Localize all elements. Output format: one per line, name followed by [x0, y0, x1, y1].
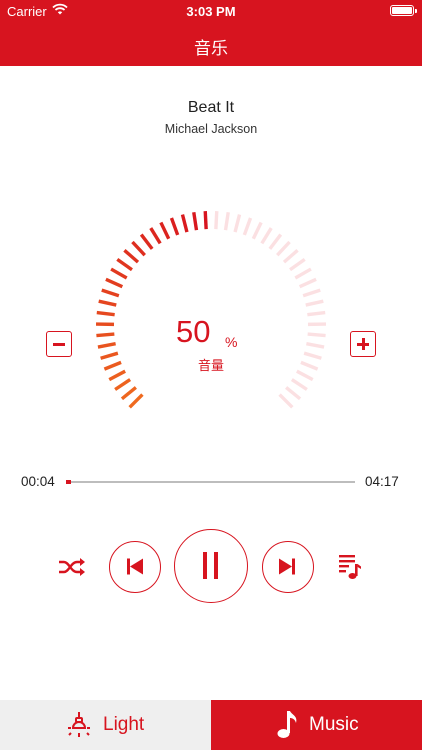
bulb-icon [68, 712, 90, 737]
volume-tick [96, 332, 115, 338]
volume-tick [242, 217, 253, 236]
volume-tick [203, 211, 208, 230]
volume-down-button[interactable] [46, 331, 72, 357]
volume-tick [131, 240, 146, 257]
previous-button[interactable] [109, 541, 161, 593]
volume-tick [282, 249, 299, 264]
volume-tick [139, 233, 154, 250]
plus-icon-vertical [361, 338, 365, 350]
volume-tick [305, 299, 324, 307]
volume-tick [290, 378, 308, 391]
volume-tick [289, 257, 306, 272]
volume-tick [268, 233, 283, 250]
volume-tick [233, 214, 242, 233]
volume-tick [276, 240, 291, 257]
tab-music-label: Music [309, 714, 359, 735]
status-time: 3:03 PM [186, 4, 236, 19]
volume-tick [101, 288, 120, 298]
volume-tick [116, 257, 133, 272]
volume-tick [260, 227, 273, 245]
skip-previous-icon [127, 558, 143, 575]
play-pause-button[interactable] [174, 529, 248, 603]
volume-tick [123, 249, 140, 264]
next-button[interactable] [262, 541, 314, 593]
volume-tick [307, 332, 326, 338]
volume-tick [251, 221, 263, 240]
volume-tick [214, 211, 219, 230]
volume-tick [180, 214, 189, 233]
battery-icon [390, 5, 417, 16]
skip-next-icon [279, 558, 295, 575]
volume-tick [307, 310, 326, 317]
volume-tick [105, 277, 124, 289]
volume-tick [97, 342, 116, 349]
volume-unit: % [225, 334, 238, 350]
volume-tick [298, 277, 317, 289]
volume-tick [306, 342, 325, 349]
progress-fill [66, 480, 71, 484]
volume-label: 音量 [197, 359, 224, 374]
volume-tick [223, 212, 230, 231]
status-bar: Carrier 3:03 PM [0, 0, 422, 22]
page-title: 音乐 [194, 39, 228, 59]
volume-tick [110, 267, 128, 280]
playlist-button[interactable] [337, 553, 363, 581]
volume-tick [96, 310, 115, 317]
tab-bar: Light Music [0, 700, 422, 750]
total-time: 04:17 [365, 474, 399, 489]
playlist-icon [339, 555, 361, 579]
volume-value: 50 [176, 314, 211, 349]
volume-tick [149, 227, 162, 245]
shuffle-button[interactable] [56, 553, 88, 581]
music-note-icon [277, 711, 297, 738]
tab-music[interactable]: Music [211, 700, 422, 750]
song-title: Beat It [187, 99, 235, 116]
volume-tick [285, 386, 302, 401]
volume-tick [278, 393, 294, 409]
tab-light-label: Light [103, 714, 145, 735]
volume-up-button[interactable] [350, 331, 376, 357]
volume-tick [128, 393, 144, 409]
progress-slider[interactable] [66, 480, 355, 484]
volume-tick [159, 221, 171, 240]
app-header: Carrier 3:03 PM 音乐 [0, 0, 422, 66]
shuffle-icon [59, 558, 85, 576]
volume-tick [98, 299, 117, 307]
volume-tick [192, 212, 199, 231]
elapsed-time: 00:04 [21, 474, 55, 489]
minus-icon [53, 343, 65, 346]
tab-light[interactable]: Light [0, 700, 211, 750]
song-artist: Michael Jackson [164, 122, 258, 136]
volume-tick [294, 267, 312, 280]
volume-tick [169, 217, 180, 236]
volume-tick [120, 386, 137, 401]
volume-tick [114, 378, 132, 391]
pause-icon [203, 552, 218, 579]
volume-tick [302, 288, 321, 298]
